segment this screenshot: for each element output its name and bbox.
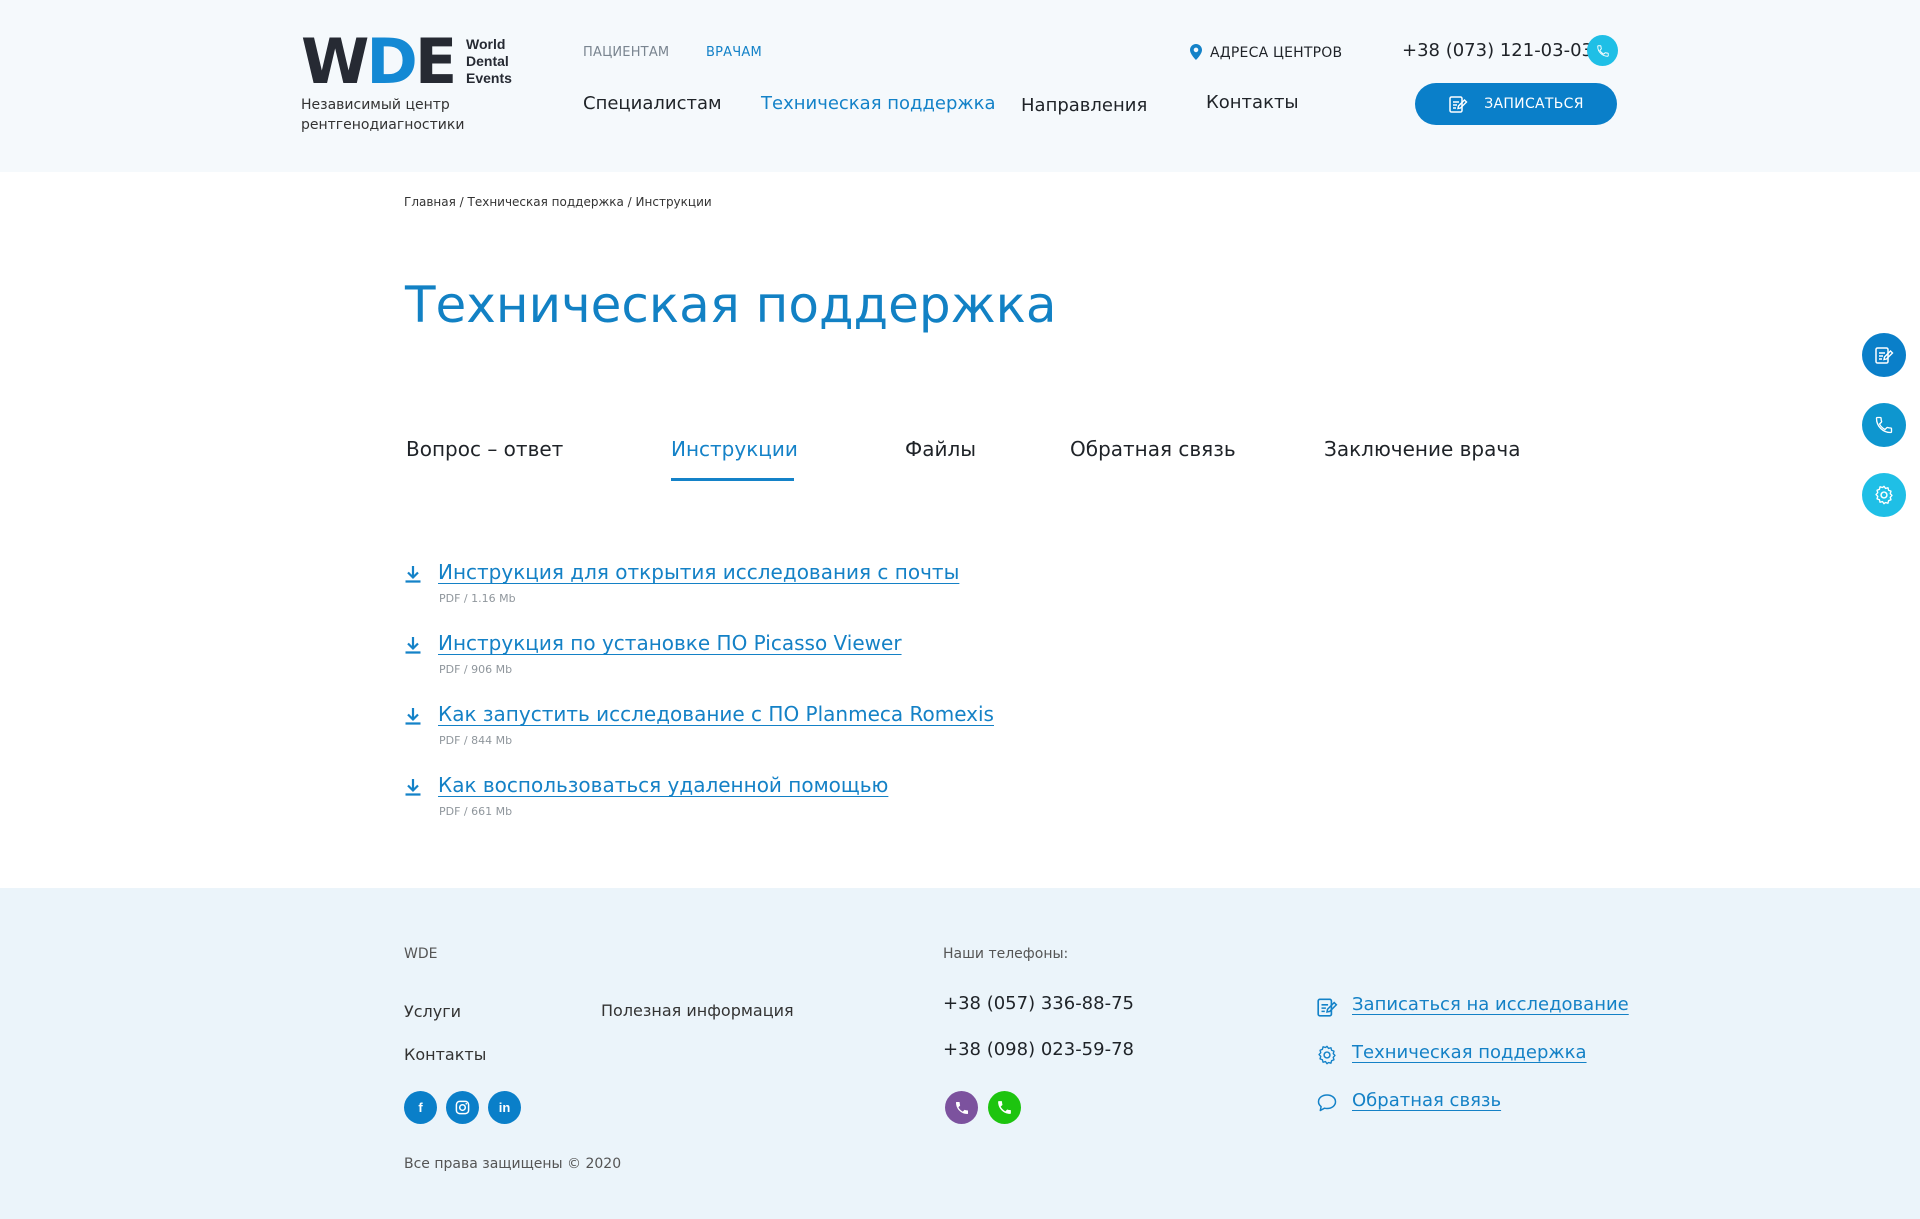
footer-link-contacts[interactable]: Контакты (404, 1045, 486, 1064)
footer-phone-2[interactable]: +38 (098) 023-59-78 (943, 1039, 1134, 1060)
centers-address-link[interactable]: АДРЕСА ЦЕНТРОВ (1190, 44, 1342, 61)
document-meta: PDF / 906 Mb (439, 663, 513, 676)
link-doctors[interactable]: ВРАЧАМ (706, 45, 762, 60)
footer-phone-1[interactable]: +38 (057) 336-88-75 (943, 993, 1134, 1014)
signup-label: ЗАПИСАТЬСЯ (1484, 96, 1584, 112)
logo[interactable]: WDE World Dental Events (301, 25, 516, 98)
document-link[interactable]: Инструкция по установке ПО Picasso Viewe… (438, 631, 902, 655)
logo-words: World Dental Events (466, 36, 512, 86)
tagline: Независимый центр рентгенодиагностики (301, 97, 465, 133)
facebook-icon[interactable]: f (404, 1091, 437, 1124)
document-meta: PDF / 1.16 Mb (439, 592, 516, 605)
side-support-button[interactable] (1862, 473, 1906, 517)
download-icon[interactable] (404, 565, 422, 583)
phone-icon (1596, 44, 1609, 57)
edit-document-icon (1875, 347, 1894, 364)
nav-specialists[interactable]: Специалистам (583, 93, 722, 114)
copyright: Все права защищены © 2020 (404, 1156, 622, 1172)
document-link[interactable]: Инструкция для открытия исследования с п… (438, 560, 959, 584)
phone-icon (1875, 416, 1893, 434)
tab-instructions[interactable]: Инструкции (671, 437, 798, 461)
footer-feedback-label: Обратная связь (1352, 1090, 1502, 1111)
nav-tech-support[interactable]: Техническая поддержка (761, 93, 996, 114)
viber-icon[interactable] (945, 1091, 978, 1124)
header-phone[interactable]: +38 (073) 121-03-03 (1402, 40, 1593, 61)
tab-files[interactable]: Файлы (905, 437, 976, 461)
document-link[interactable]: Как запустить исследование с ПО Planmeca… (438, 702, 994, 726)
map-pin-icon (1190, 44, 1202, 60)
phones-label: Наши телефоны: (943, 946, 1069, 962)
viber-glyph (955, 1101, 968, 1114)
breadcrumb[interactable]: Главная / Техническая поддержка / Инстру… (404, 195, 712, 209)
whatsapp-glyph (998, 1101, 1011, 1114)
side-call-button[interactable] (1862, 403, 1906, 447)
footer-brand: WDE (404, 946, 438, 962)
gear-icon (1318, 1045, 1336, 1065)
side-signup-button[interactable] (1862, 333, 1906, 377)
tab-feedback[interactable]: Обратная связь (1070, 437, 1236, 461)
site-header: WDE World Dental Events Независимый цент… (0, 0, 1920, 172)
nav-contacts[interactable]: Контакты (1206, 92, 1299, 113)
chat-bubble-icon (1317, 1094, 1337, 1112)
link-patients[interactable]: ПАЦИЕНТАМ (583, 45, 669, 60)
whatsapp-icon[interactable] (988, 1091, 1021, 1124)
linkedin-icon[interactable]: in (488, 1091, 521, 1124)
tab-faq[interactable]: Вопрос – ответ (406, 437, 563, 461)
document-meta: PDF / 661 Mb (439, 805, 513, 818)
tab-doctor-conclusion[interactable]: Заключение врача (1324, 437, 1520, 461)
page-title: Техническая поддержка (405, 276, 1057, 334)
footer-signup-label: Записаться на исследование (1352, 994, 1629, 1015)
footer-link-services[interactable]: Услуги (404, 1002, 461, 1021)
download-icon[interactable] (404, 707, 422, 725)
active-tab-indicator (671, 478, 794, 481)
gear-icon (1875, 485, 1893, 505)
signup-button[interactable]: ЗАПИСАТЬСЯ (1415, 83, 1617, 125)
instagram-icon[interactable] (446, 1091, 479, 1124)
footer-support-label: Техническая поддержка (1352, 1042, 1587, 1063)
instagram-glyph (455, 1100, 470, 1115)
call-button[interactable] (1587, 35, 1618, 66)
address-label: АДРЕСА ЦЕНТРОВ (1210, 45, 1343, 61)
logo-mark: WDE (301, 25, 457, 98)
edit-document-icon (1317, 998, 1338, 1017)
edit-document-icon (1449, 96, 1468, 113)
document-link[interactable]: Как воспользоваться удаленной помощью (438, 773, 888, 797)
download-icon[interactable] (404, 636, 422, 654)
footer-link-useful-info[interactable]: Полезная информация (601, 1001, 794, 1020)
nav-directions[interactable]: Направления (1021, 95, 1147, 116)
download-icon[interactable] (404, 778, 422, 796)
document-meta: PDF / 844 Mb (439, 734, 513, 747)
